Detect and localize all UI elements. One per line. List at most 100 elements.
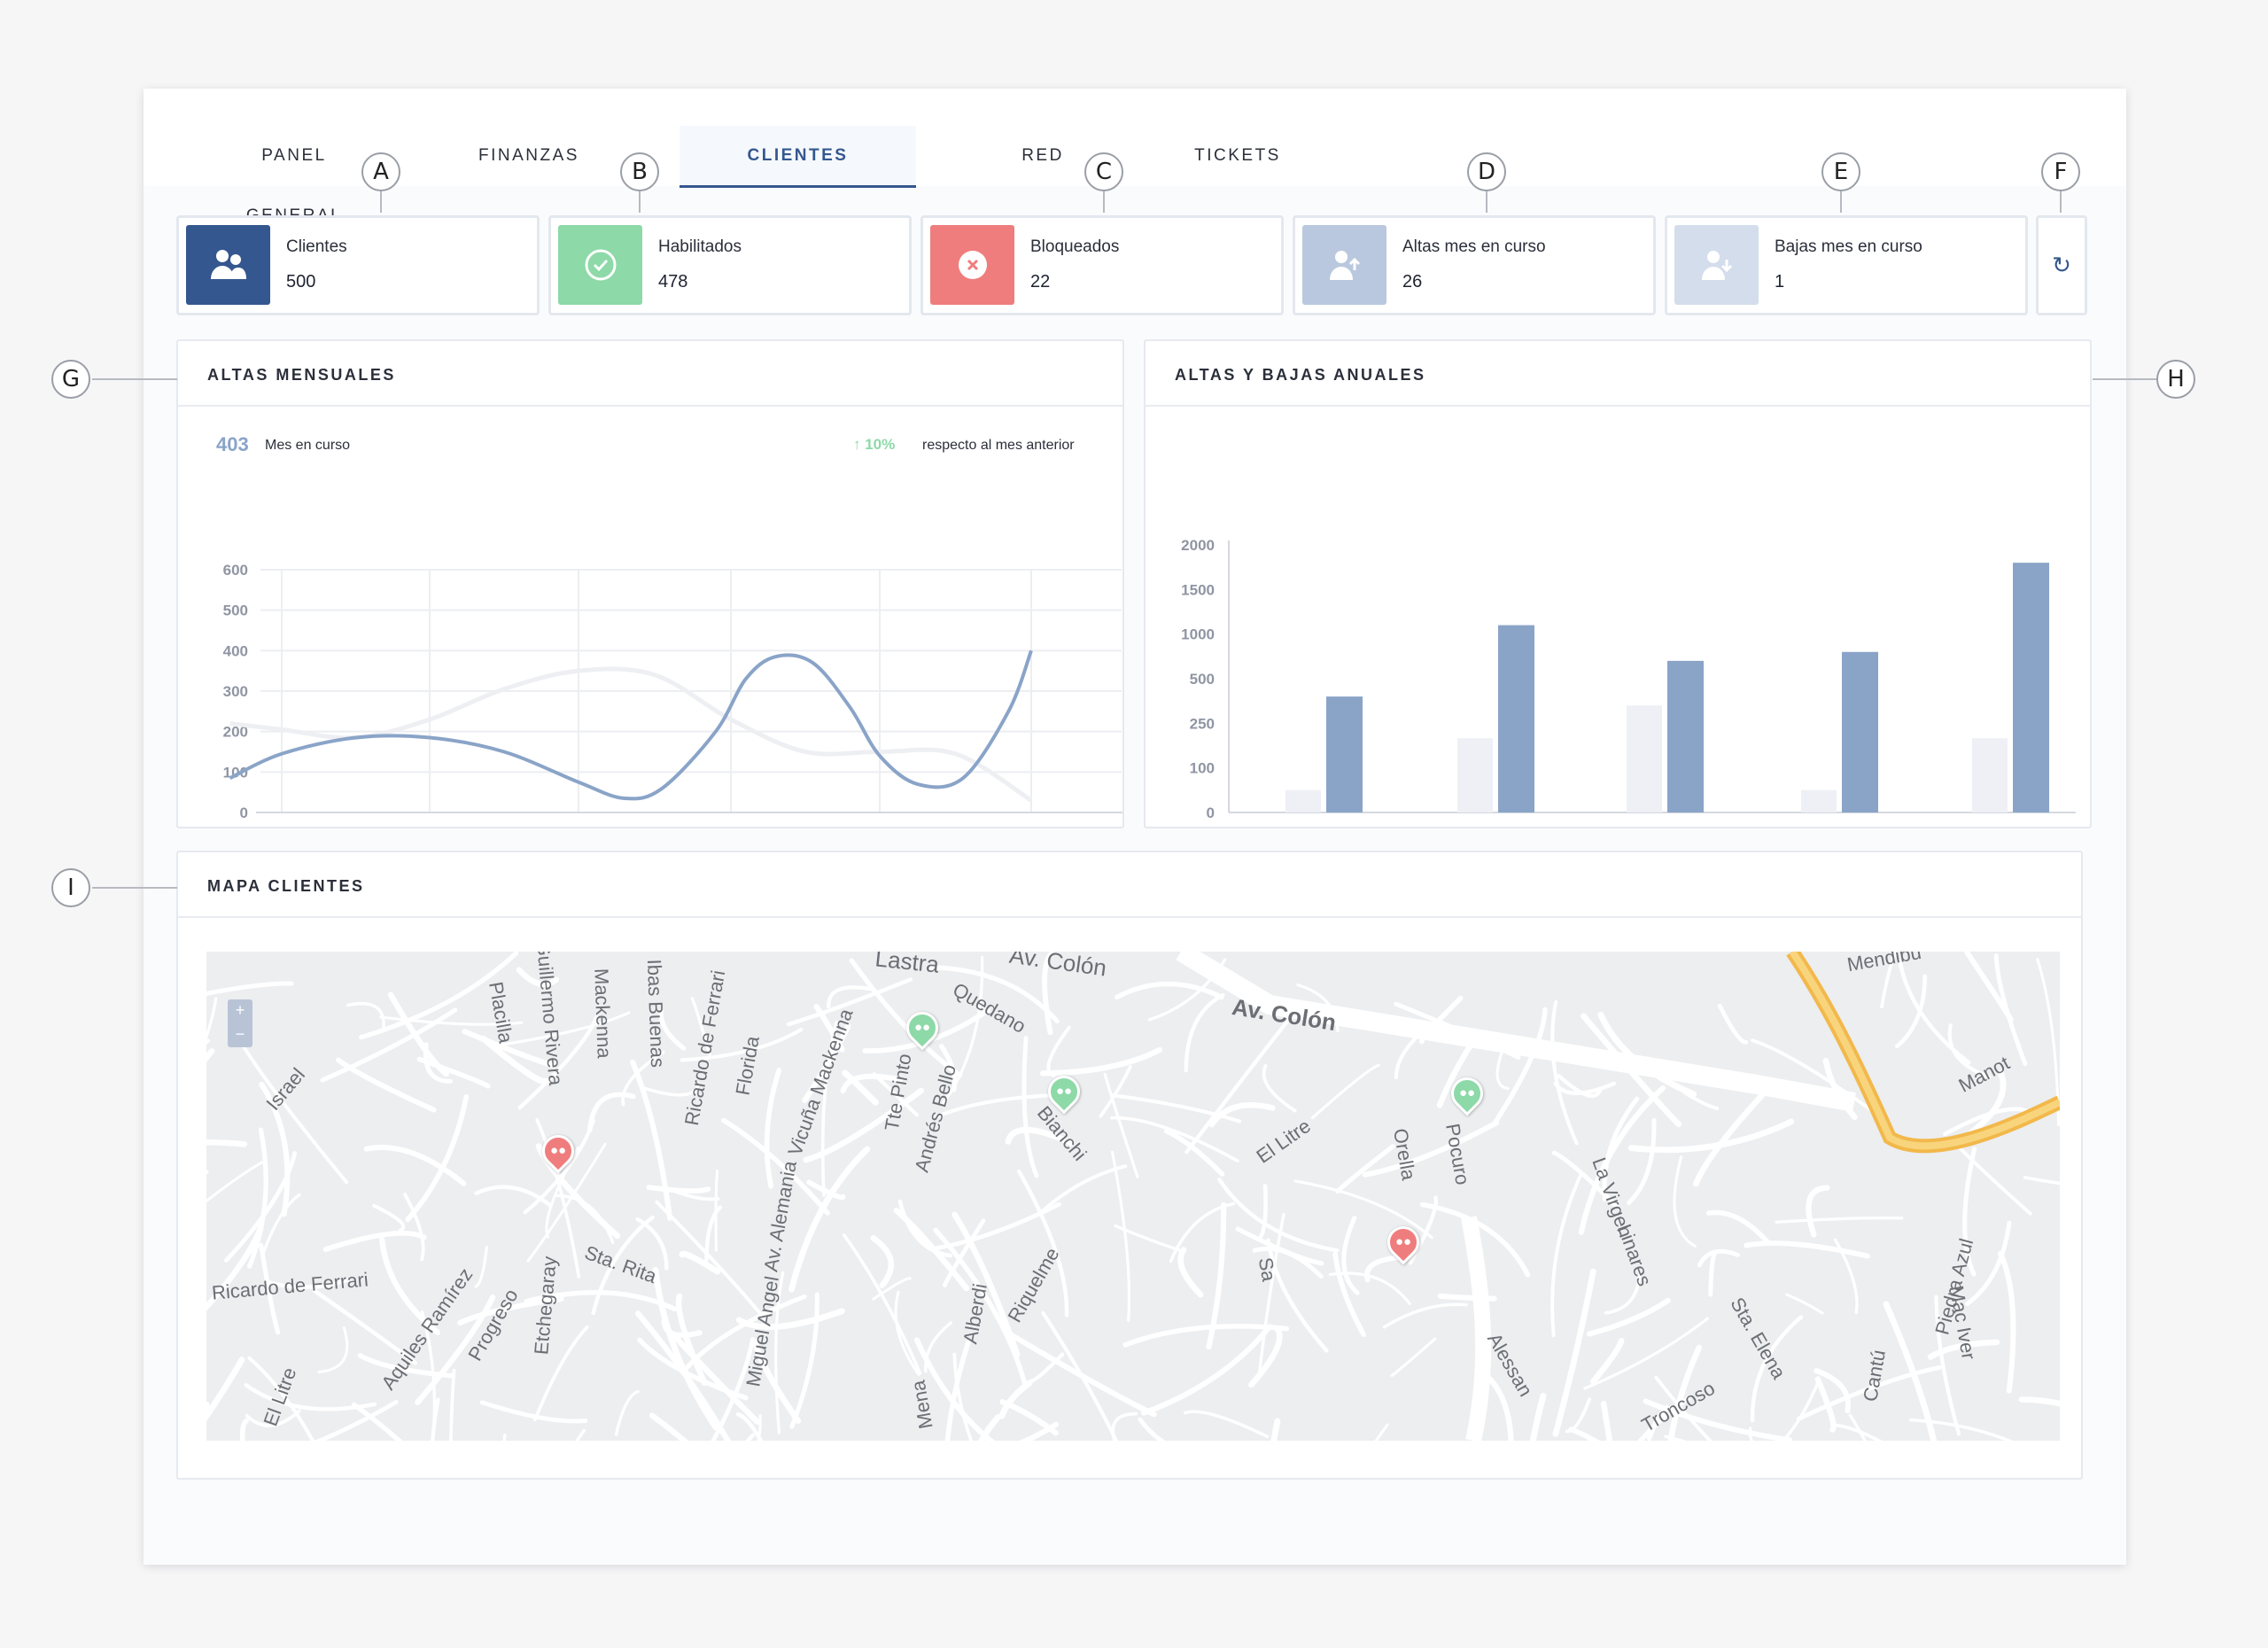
callout-line — [1486, 190, 1487, 213]
map-street — [1697, 1248, 1740, 1268]
map-street-label: Pocuro — [1441, 1122, 1474, 1186]
users-icon: ●● — [549, 1143, 567, 1158]
map-street — [1586, 1297, 1671, 1337]
stat-card-habilitados[interactable]: Habilitados 478 — [548, 215, 912, 315]
zoom-out-button[interactable]: − — [228, 1023, 252, 1047]
x-tick-label: 2021 — [1481, 828, 1515, 830]
stat-value: 26 — [1402, 272, 1423, 292]
stat-label: Bajas mes en curso — [1775, 237, 1922, 256]
x-tick-label: OCT — [864, 828, 897, 830]
bar-altas — [1667, 660, 1704, 812]
y-tick-label: 600 — [223, 562, 248, 579]
map-street — [1664, 1434, 1687, 1441]
map-street — [1529, 1392, 1547, 1441]
map-street-label: Ricardo de Ferrari — [680, 968, 729, 1127]
map-street-label: Ibas Buenas — [643, 959, 669, 1068]
map-street — [1332, 1251, 1366, 1337]
map-street — [1785, 1293, 1824, 1315]
map-street — [1682, 1091, 1720, 1110]
stat-value: 478 — [658, 272, 688, 292]
map-street — [1184, 1014, 1293, 1154]
map-street — [239, 1418, 249, 1441]
callout-line — [1840, 190, 1842, 213]
tab-tickets[interactable]: TICKETS — [1167, 126, 1309, 188]
map-street — [260, 1193, 301, 1258]
current-month-value: 403 — [216, 433, 249, 455]
map-street — [206, 1048, 215, 1063]
map-street — [351, 1402, 403, 1441]
map-street — [1550, 1172, 1583, 1338]
zoom-in-button[interactable]: + — [228, 999, 252, 1023]
stat-card-clientes[interactable]: Clientes 500 — [176, 215, 540, 315]
tab-red[interactable]: RED — [990, 126, 1096, 188]
map-street — [843, 1233, 922, 1375]
map-street — [1998, 1250, 2016, 1394]
map-street — [2018, 1396, 2060, 1407]
map-street — [789, 1292, 819, 1429]
check-circle-icon — [558, 225, 642, 305]
clients-map[interactable]: Lastra Av. Colón Av. Colón Mendibu Manot Isra… — [206, 952, 2060, 1441]
bar-altas — [1842, 651, 1878, 812]
map-street — [1553, 1081, 1617, 1095]
bar-bajas — [1801, 789, 1837, 812]
callout-e: E — [1821, 152, 1860, 191]
bar-altas — [1498, 625, 1534, 812]
map-street — [1141, 1324, 1273, 1416]
stat-value: 500 — [286, 272, 316, 292]
map-street — [1103, 1072, 1139, 1178]
tab-panel-general[interactable]: PANEL GENERAL — [214, 126, 374, 225]
map-street-label: Linares — [1613, 1221, 1656, 1288]
map-street — [474, 1185, 553, 1208]
tab-clientes[interactable]: CLIENTES — [680, 126, 916, 188]
map-street — [1390, 1337, 1437, 1377]
panel-divider — [178, 916, 2081, 918]
stat-card-bajas-mes[interactable]: Bajas mes en curso 1 — [1665, 215, 2028, 315]
callout-line — [2060, 190, 2062, 213]
map-street — [587, 1092, 636, 1133]
map-street — [2023, 1176, 2060, 1185]
stat-card-bloqueados[interactable]: Bloqueados 22 — [920, 215, 1284, 315]
map-street — [1806, 1185, 1830, 1238]
map-street — [206, 1356, 245, 1422]
zoom-control: + − — [228, 999, 252, 1047]
map-street — [1552, 1268, 1596, 1437]
map-street — [206, 1139, 248, 1147]
map-street — [1484, 1372, 1514, 1441]
x-tick-label: AGO — [562, 828, 596, 830]
map-street — [714, 1170, 719, 1252]
map-street — [614, 1389, 640, 1436]
map-street — [1848, 1413, 1867, 1441]
map-street — [372, 1203, 406, 1232]
map-street-label: Etchegaray — [530, 1255, 561, 1356]
users-icon — [186, 225, 270, 305]
map-street — [1775, 1216, 1904, 1224]
mapa-clientes-panel: MAPA CLIENTES Lastra Av. Colón Av. Colón Me… — [176, 851, 2083, 1480]
map-street — [575, 1428, 586, 1441]
callout-line — [639, 190, 641, 213]
map-street-label: Riquelme — [1003, 1244, 1063, 1326]
y-tick-label: 500 — [1190, 671, 1215, 688]
map-street — [1382, 1302, 1468, 1329]
callout-line — [1103, 190, 1105, 213]
map-street-label: Sa — [1254, 1255, 1280, 1284]
stat-card-altas-mes[interactable]: Altas mes en curso 26 — [1293, 215, 1656, 315]
map-street — [1310, 1063, 1380, 1120]
map-street — [1993, 952, 2028, 1067]
series-line-2024 — [229, 649, 1033, 801]
map-street-label: Av. Alemania — [759, 1159, 801, 1274]
stat-label: Altas mes en curso — [1402, 237, 1546, 256]
map-street — [1493, 1007, 1548, 1124]
map-street-label: Andrés Bello — [911, 1062, 960, 1175]
bar-bajas — [1627, 705, 1662, 812]
y-tick-label: 300 — [223, 683, 248, 700]
map-street-label: Lastra — [874, 952, 941, 978]
refresh-button[interactable]: ↻ — [2036, 215, 2087, 315]
x-tick-label: 2020 — [1309, 828, 1343, 830]
y-tick-label: 500 — [223, 602, 248, 619]
callout-b: B — [620, 152, 659, 191]
tab-finanzas[interactable]: FINANZAS — [462, 126, 595, 188]
map-street — [630, 1059, 673, 1221]
map-street-label: Guillermo Rivera — [532, 952, 567, 1087]
map-street — [1550, 999, 1579, 1146]
callout-c: C — [1084, 152, 1123, 191]
